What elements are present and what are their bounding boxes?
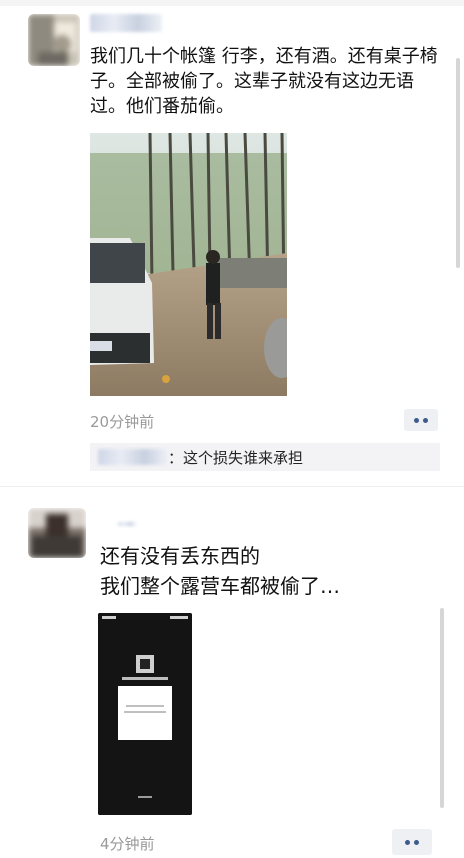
comment-area: ：这个损失谁来承担 xyxy=(90,443,440,471)
post-text: 我们几十个帐篷 行李，还有酒。还有桌子椅子。全部被偷了。这辈子就没有这边无语过。… xyxy=(90,46,438,117)
top-edge xyxy=(0,0,464,6)
post-divider xyxy=(0,486,464,487)
scrollbar[interactable] xyxy=(440,608,444,808)
avatar[interactable] xyxy=(28,14,80,66)
comment-author[interactable] xyxy=(98,449,168,465)
more-dots-icon xyxy=(414,417,419,423)
more-dots-icon xyxy=(405,839,410,845)
post-text-line1: 还有没有丢东西的 xyxy=(100,544,260,568)
more-dots-icon xyxy=(414,839,419,845)
username[interactable] xyxy=(90,14,162,32)
post-time: 20分钟前 xyxy=(90,413,155,431)
post-time: 4分钟前 xyxy=(100,835,155,853)
more-actions-button[interactable] xyxy=(392,829,432,855)
scrollbar[interactable] xyxy=(456,58,460,268)
post-photo[interactable] xyxy=(90,133,287,396)
more-dots-icon xyxy=(423,417,428,423)
more-actions-button[interactable] xyxy=(404,409,438,431)
post-screenshot[interactable] xyxy=(98,613,192,815)
avatar[interactable] xyxy=(28,508,86,558)
post-text-line2: 我们整个露营车都被偷了… xyxy=(100,574,340,598)
username[interactable] xyxy=(118,522,136,526)
comment-text: ：这个损失谁来承担 xyxy=(168,449,304,467)
